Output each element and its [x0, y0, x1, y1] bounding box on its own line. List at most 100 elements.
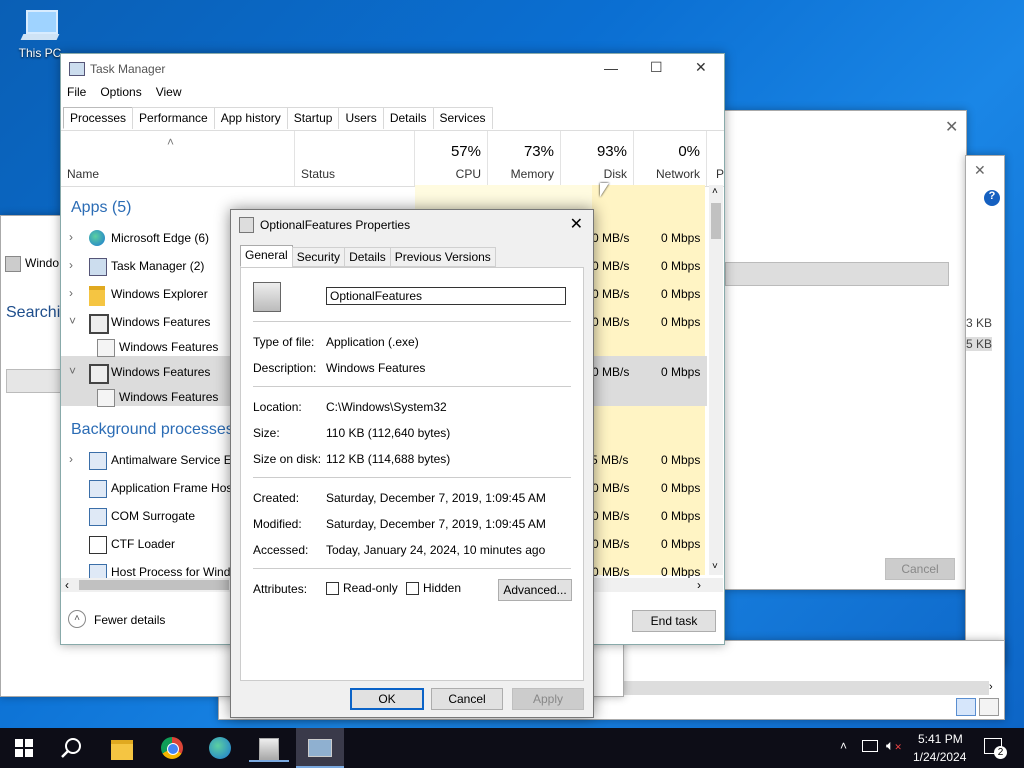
location-label: Location: [253, 400, 302, 414]
tab-app-history[interactable]: App history [213, 107, 288, 129]
column-name[interactable]: ˄ Name [61, 131, 295, 186]
column-label: Name [67, 167, 100, 181]
file-explorer-icon[interactable] [102, 734, 142, 762]
chevron-up-icon[interactable]: ˄ [712, 186, 718, 197]
network-icon[interactable] [862, 740, 878, 752]
network-value: 0 Mbps [661, 315, 701, 329]
scroll-thumb[interactable] [711, 203, 721, 239]
cancel-button[interactable]: Cancel [431, 688, 503, 710]
apply-button[interactable]: Apply [512, 688, 584, 710]
search-icon[interactable] [52, 734, 92, 762]
tab-previous-versions[interactable]: Previous Versions [389, 247, 496, 267]
hidden-checkbox[interactable]: Hidden [406, 581, 461, 596]
clock-time[interactable]: 5:41 PM [918, 732, 963, 746]
filename-field[interactable] [326, 287, 566, 305]
column-disk[interactable]: 93% Disk [561, 131, 634, 186]
ok-button[interactable]: OK [350, 688, 424, 710]
column-label: Network [655, 167, 700, 181]
volume-muted-icon[interactable]: 🔈︎✕ [886, 737, 902, 754]
chevron-down-icon[interactable]: ˅ [69, 364, 76, 378]
tab-performance[interactable]: Performance [132, 107, 215, 129]
chevron-right-icon[interactable]: › [69, 286, 73, 300]
chevron-up-icon[interactable]: ˄ [840, 739, 847, 753]
checkbox-box[interactable] [406, 582, 419, 596]
close-icon[interactable]: ✕ [695, 59, 707, 76]
column-network[interactable]: 0% Network [634, 131, 707, 186]
tab-users[interactable]: Users [338, 107, 384, 129]
process-name: Host Process for Windo [111, 565, 238, 578]
tab-security[interactable]: Security [291, 247, 346, 267]
menu-options[interactable]: Options [100, 85, 141, 99]
desktop-icon-this-pc[interactable]: This PC [14, 8, 66, 60]
chevron-right-icon[interactable]: › [69, 258, 73, 272]
tab-details[interactable]: Details [382, 107, 434, 129]
chevron-left-icon[interactable]: ‹ [65, 578, 69, 592]
tab-startup[interactable]: Startup [286, 107, 340, 129]
modified-value: Saturday, December 7, 2019, 1:09:45 AM [326, 517, 546, 531]
readonly-checkbox[interactable]: Read-only [326, 581, 398, 596]
background-window-far-right[interactable]: ✕ ? 3 KB 5 KB [965, 155, 1005, 667]
tab-processes[interactable]: Processes [63, 107, 134, 129]
chevron-right-icon[interactable]: › [697, 578, 701, 592]
windows-logo-icon [15, 739, 33, 757]
tab-details[interactable]: Details [344, 247, 391, 267]
chevron-right-icon[interactable]: › [69, 230, 73, 244]
window-title: Windo [25, 256, 60, 270]
tab-services[interactable]: Services [432, 107, 493, 129]
checkbox-box[interactable] [326, 582, 339, 596]
menu-view[interactable]: View [156, 85, 182, 99]
column-cpu[interactable]: 57% CPU [415, 131, 488, 186]
column-headers: ˄ Name Status 57% CPU 73% Memory 93% Dis… [61, 130, 724, 187]
minimize-icon[interactable]: — [604, 60, 618, 76]
title-bar[interactable]: Task Manager — ☐ ✕ [61, 54, 724, 84]
size-value: 3 KB [966, 316, 993, 330]
tab-strip: Processes Performance App history Startu… [63, 107, 493, 129]
close-icon[interactable]: ✕ [945, 117, 958, 137]
disk-value: 0 MB/s [592, 565, 630, 578]
end-task-button[interactable]: End task [632, 610, 716, 632]
large-icons-view-icon[interactable] [979, 698, 999, 716]
advanced-button[interactable]: Advanced... [498, 579, 572, 601]
close-icon[interactable]: ✕ [570, 214, 583, 234]
column-status[interactable]: Status [294, 131, 415, 186]
created-label: Created: [253, 491, 300, 505]
network-value: 0 Mbps [661, 565, 701, 578]
vertical-scrollbar[interactable]: ˄ ˅ [709, 185, 723, 575]
column-memory[interactable]: 73% Memory [488, 131, 561, 186]
location-value: C:\Windows\System32 [326, 400, 447, 414]
process-name: Windows Features [111, 365, 211, 379]
chrome-icon[interactable] [152, 734, 192, 762]
clock-date[interactable]: 1/24/2024 [913, 750, 966, 764]
background-window-right[interactable]: ✕ Cancel [724, 110, 967, 590]
disk-value: 0 MB/s [592, 287, 630, 301]
network-value: 0 Mbps [661, 365, 701, 379]
computer-icon [20, 8, 60, 42]
cancel-button[interactable]: Cancel [885, 558, 955, 580]
tab-general[interactable]: General [240, 245, 293, 267]
details-view-icon[interactable] [956, 698, 976, 716]
properties-dialog[interactable]: OptionalFeatures Properties ✕ General Se… [230, 209, 594, 718]
scroll-thumb[interactable] [79, 580, 229, 590]
chevron-right-icon[interactable]: › [989, 681, 993, 693]
menu-file[interactable]: File [67, 85, 86, 99]
help-icon[interactable]: ? [984, 190, 1000, 206]
cpu-percent: 57% [450, 143, 481, 160]
task-manager-taskbar-icon[interactable] [296, 728, 344, 768]
group-background: Background processes [71, 421, 234, 438]
chevron-right-icon[interactable]: › [69, 452, 73, 466]
close-icon[interactable]: ✕ [974, 162, 986, 179]
windows-features-taskbar-icon[interactable] [249, 734, 289, 762]
start-button[interactable] [4, 734, 44, 762]
task-manager-icon [69, 62, 85, 76]
description-value: Windows Features [326, 361, 426, 375]
network-value: 0 Mbps [661, 287, 701, 301]
type-value: Application (.exe) [326, 335, 419, 349]
disk-value: 0 MB/s [592, 259, 630, 273]
process-name: Windows Features [111, 315, 211, 329]
network-value: 0 Mbps [661, 453, 701, 467]
edge-icon[interactable] [200, 734, 240, 762]
maximize-icon[interactable]: ☐ [650, 59, 663, 76]
created-value: Saturday, December 7, 2019, 1:09:45 AM [326, 491, 546, 505]
chevron-down-icon[interactable]: ˅ [712, 561, 718, 572]
chevron-down-icon[interactable]: ˅ [69, 314, 76, 328]
